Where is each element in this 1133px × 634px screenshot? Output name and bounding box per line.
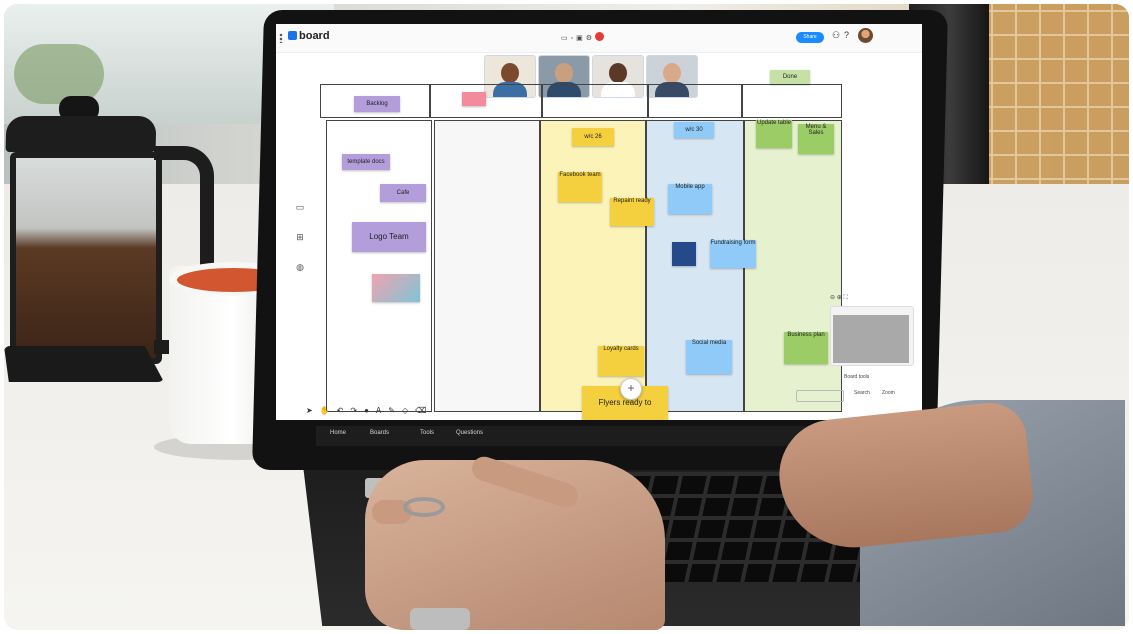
- column-header-w26: [542, 84, 648, 118]
- note-done[interactable]: Done: [770, 70, 810, 84]
- shape-icon[interactable]: ◇: [402, 406, 415, 415]
- note-done-1[interactable]: Update table: [756, 120, 792, 148]
- column-header-done: [742, 84, 842, 118]
- board-logo-icon: [288, 31, 297, 40]
- minimap-viewport[interactable]: [833, 315, 909, 363]
- note-social[interactable]: Social media: [686, 340, 732, 374]
- note-logo-team[interactable]: Logo Team: [352, 222, 426, 252]
- note-template[interactable]: template docs: [342, 154, 390, 170]
- plant: [14, 44, 104, 104]
- chat-icon[interactable]: ◍: [294, 262, 306, 274]
- bottom-toolbar: ➤✋↶↷●A✎◇⌫: [306, 406, 546, 420]
- note-business[interactable]: Business plan: [784, 332, 828, 364]
- note-mobile[interactable]: Mobile app: [668, 184, 712, 214]
- redo-icon[interactable]: ↷: [350, 406, 364, 415]
- note-facebook[interactable]: Facebook team: [558, 172, 602, 202]
- board-tools-link[interactable]: Board tools: [844, 374, 869, 380]
- taskbar-boards[interactable]: Boards: [370, 430, 389, 436]
- top-bar: board ▭◦▣⚙ Share ⚇ ?: [276, 24, 922, 53]
- left-toolbar: ▭ ⊞ ◍: [294, 202, 308, 292]
- note-cafe[interactable]: Cafe: [380, 184, 426, 202]
- note-backlog[interactable]: Backlog: [354, 96, 400, 112]
- screen-share-icon[interactable]: ▣: [576, 35, 586, 42]
- ring: [403, 497, 445, 517]
- frames-icon[interactable]: ▭: [294, 202, 306, 214]
- settings-icon[interactable]: ⚙: [586, 35, 595, 42]
- column-header-2: [430, 84, 542, 118]
- people-icon[interactable]: ⚇: [832, 30, 840, 41]
- note-pink[interactable]: [462, 92, 486, 106]
- templates-icon[interactable]: ⊞: [294, 232, 306, 244]
- taskbar-questions[interactable]: Questions: [456, 430, 483, 436]
- column-2: [434, 120, 540, 412]
- pen-icon[interactable]: ✎: [388, 406, 402, 415]
- zoom-controls[interactable]: ⊖ ⊕ ⛶: [830, 294, 848, 302]
- search-link[interactable]: Search: [854, 390, 870, 396]
- avatar[interactable]: [858, 28, 873, 43]
- image-thumbnail[interactable]: [372, 274, 420, 302]
- help-icon[interactable]: ?: [844, 30, 849, 40]
- search-input[interactable]: [796, 390, 844, 402]
- press-base: [4, 346, 164, 382]
- note-repaint[interactable]: Repaint ready: [610, 198, 654, 226]
- right-hand: [773, 399, 1037, 555]
- press-lid: [5, 116, 157, 152]
- note-w26[interactable]: w/c 26: [572, 128, 614, 146]
- menu-icon[interactable]: [279, 33, 283, 43]
- app-logo: board: [288, 30, 330, 42]
- note-fundraising[interactable]: Fundraising form: [710, 240, 756, 268]
- call-controls: ▭◦▣⚙: [561, 32, 605, 42]
- image-note[interactable]: [672, 242, 696, 266]
- select-icon[interactable]: ➤: [306, 406, 320, 415]
- text-icon[interactable]: A: [376, 406, 388, 415]
- minimap[interactable]: [830, 306, 914, 366]
- taskbar-tools[interactable]: Tools: [420, 430, 434, 436]
- end-call-icon[interactable]: [595, 32, 605, 41]
- watch: [410, 608, 470, 630]
- column-header-w30: [648, 84, 742, 118]
- zoom-link[interactable]: Zoom: [882, 390, 895, 396]
- hand-icon[interactable]: ✋: [320, 406, 337, 415]
- laptop-screen: board ▭◦▣⚙ Share ⚇ ? ▭ ⊞ ◍ Backlog w/c 2…: [276, 24, 922, 420]
- camera-icon[interactable]: ▭: [561, 35, 571, 42]
- share-button[interactable]: Share: [796, 32, 824, 43]
- undo-icon[interactable]: ↶: [337, 406, 351, 415]
- column-done: [744, 120, 842, 412]
- taskbar-home[interactable]: Home: [330, 430, 346, 436]
- note-done-2[interactable]: Menu & Sales: [798, 124, 834, 154]
- add-button[interactable]: +: [620, 378, 642, 400]
- eraser-icon[interactable]: ⌫: [415, 406, 433, 415]
- brand-name: board: [299, 30, 330, 42]
- french-press: [4, 96, 214, 386]
- press-glass: [10, 152, 162, 364]
- color-icon[interactable]: ●: [364, 406, 376, 415]
- note-w30[interactable]: w/c 30: [674, 122, 714, 138]
- note-loyalty[interactable]: Loyalty cards: [598, 346, 644, 376]
